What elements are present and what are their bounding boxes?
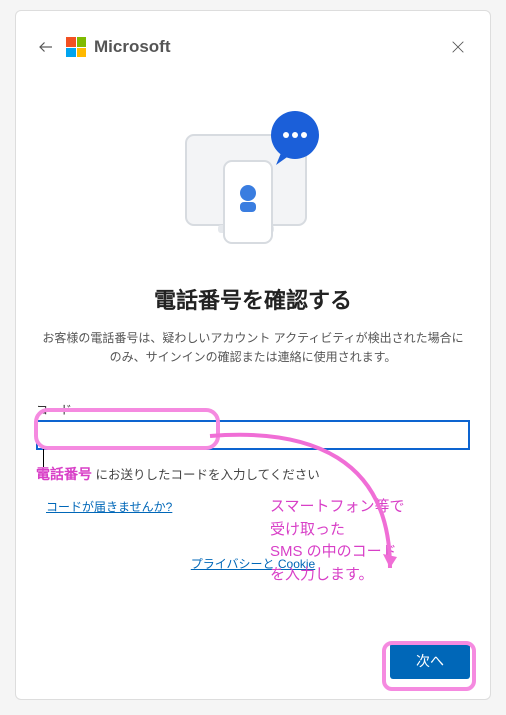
- dialog-window: Microsoft 電話番号を確認する お客様の電話番号は、疑わしいアカウ: [15, 10, 491, 700]
- phone-label-annot: 電話番号: [36, 466, 92, 482]
- back-icon[interactable]: [36, 37, 56, 57]
- header: Microsoft: [36, 35, 470, 65]
- resend-code-link[interactable]: コードが届きませんか?: [46, 498, 470, 515]
- footer: 次へ: [36, 643, 470, 679]
- microsoft-logo-icon: [66, 37, 86, 57]
- brand-name: Microsoft: [94, 37, 171, 57]
- page-title: 電話番号を確認する: [36, 283, 470, 315]
- code-field-group: コード: [36, 401, 470, 450]
- code-input[interactable]: [36, 420, 470, 450]
- code-hint: 電話番号 にお送りしたコードを入力してください: [36, 464, 470, 484]
- page-subtext: お客様の電話番号は、疑わしいアカウント アクティビティが検出された場合にのみ、サ…: [36, 329, 470, 367]
- privacy-cookie-link[interactable]: プライバシーと Cookie: [191, 555, 315, 572]
- microsoft-logo: Microsoft: [66, 37, 171, 57]
- next-button[interactable]: 次へ: [390, 643, 470, 679]
- close-icon[interactable]: [446, 35, 470, 59]
- code-label: コード: [36, 401, 470, 418]
- verify-illustration: [36, 105, 470, 255]
- code-hint-text: にお送りしたコードを入力してください: [92, 468, 320, 482]
